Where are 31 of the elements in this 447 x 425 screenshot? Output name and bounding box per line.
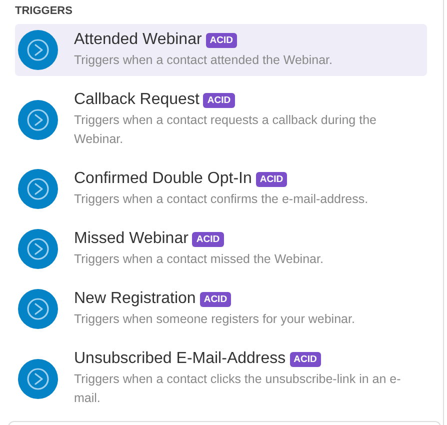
play-circle-icon bbox=[18, 30, 58, 70]
play-circle-icon bbox=[18, 289, 58, 329]
trigger-item[interactable]: Unsubscribed E-Mail-Address ACID Triggers when a contact clicks the unsubscribe-link in an e-mail. bbox=[15, 343, 427, 414]
trigger-description: Triggers when a contact missed the Webinar. bbox=[74, 251, 324, 268]
section-title: TRIGGERS bbox=[15, 4, 74, 18]
trigger-item[interactable]: Callback Request ACID Triggers when a contact requests a callback during the Webinar. bbox=[15, 84, 427, 155]
acid-badge: ACID bbox=[203, 92, 235, 108]
trigger-item[interactable]: Confirmed Double Opt-In ACID Triggers when a contact confirms the e-mail-address. bbox=[15, 163, 427, 215]
trigger-title: Missed Webinar bbox=[74, 229, 188, 249]
trigger-title: Confirmed Double Opt-In bbox=[74, 169, 252, 189]
trigger-item[interactable]: New Registration ACID Triggers when someone registers for your webinar. bbox=[15, 283, 427, 335]
trigger-item[interactable]: Attended Webinar ACID Triggers when a contact attended the Webinar. bbox=[15, 24, 427, 76]
acid-badge: ACID bbox=[290, 352, 321, 366]
trigger-description: Triggers when a contact attended the Webinar. bbox=[74, 52, 332, 69]
trigger-description: Triggers when a contact confirms the e-mail-address. bbox=[74, 191, 368, 208]
trigger-description: Triggers when a contact clicks the unsubscribe-link in an e-mail. bbox=[74, 371, 402, 407]
trigger-title: Callback Request bbox=[74, 90, 200, 110]
play-circle-icon bbox=[18, 358, 58, 398]
acid-badge: ACID bbox=[200, 292, 232, 306]
trigger-description: Triggers when a contact requests a callback during the Webinar. bbox=[74, 112, 378, 148]
play-circle-icon bbox=[18, 100, 58, 140]
trigger-title: Attended Webinar bbox=[74, 30, 202, 50]
acid-badge: ACID bbox=[192, 232, 224, 246]
trigger-title: Unsubscribed E-Mail-Address bbox=[74, 349, 286, 369]
play-circle-icon bbox=[18, 169, 58, 209]
play-circle-icon bbox=[18, 229, 58, 269]
trigger-item[interactable]: Missed Webinar ACID Triggers when a contact missed the Webinar. bbox=[15, 223, 427, 275]
acid-badge: ACID bbox=[256, 172, 288, 186]
trigger-description: Triggers when someone registers for your webinar. bbox=[74, 311, 355, 328]
acid-badge: ACID bbox=[206, 32, 238, 48]
trigger-title: New Registration bbox=[74, 289, 196, 309]
